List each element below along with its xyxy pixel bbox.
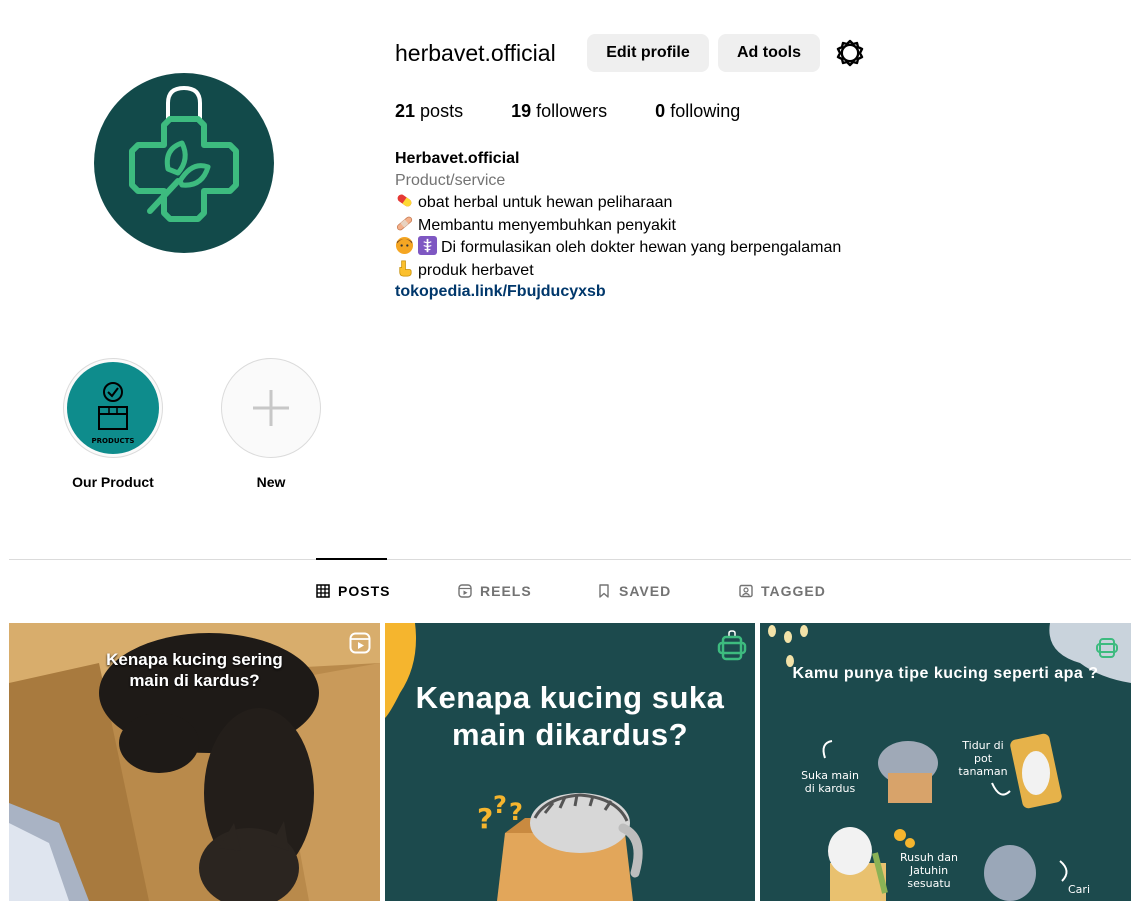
- tab-label: REELS: [480, 583, 532, 599]
- tabs-divider: [9, 559, 1131, 560]
- bandage-emoji-icon: [396, 216, 413, 230]
- bio-name: Herbavet.official: [395, 150, 520, 167]
- highlight-new[interactable]: New: [221, 358, 321, 490]
- bio-line: Membantu menyembuhkan penyakit: [395, 214, 841, 237]
- person-emoji-icon: [395, 236, 414, 255]
- post-caption: Kenapa kucing suka main dikardus?: [415, 680, 725, 752]
- bio-line: obat herbal untuk hewan peliharaan: [395, 191, 841, 214]
- post-caption: Kamu punya tipe kucing seperti apa ?: [792, 665, 1099, 682]
- profile-bio: Herbavet.official Product/service obat h…: [395, 148, 841, 303]
- following-count: 0: [655, 101, 666, 121]
- post-sub-label: Suka main di kardus: [801, 769, 859, 795]
- highlight-ring: [221, 358, 321, 458]
- posts-label: posts: [420, 101, 464, 121]
- product-box-icon: PRODUCTS: [67, 362, 159, 454]
- herbavet-logo-icon: [129, 85, 239, 222]
- ad-tools-button[interactable]: Ad tools: [718, 34, 820, 72]
- post-sub-label: Rusuh dan Jatuhin sesuatu: [900, 851, 958, 890]
- tab-posts[interactable]: POSTS: [316, 583, 390, 599]
- profile-stats: 21 posts 19 followers 0 following: [395, 101, 788, 122]
- highlight-label: New: [256, 474, 286, 490]
- post-image-cat-box-illustration: ? ? ?: [385, 623, 755, 901]
- active-tab-indicator: [316, 558, 387, 560]
- followers-stat[interactable]: 19 followers: [511, 101, 607, 122]
- bio-line-4: produk herbavet: [418, 261, 534, 279]
- following-stat[interactable]: 0 following: [655, 101, 740, 122]
- post-tile[interactable]: ? ? ? Kenapa kucing suka main dikardus?: [385, 623, 755, 901]
- post-tile[interactable]: Kamu punya tipe kucing seperti apa ? Suk…: [760, 623, 1131, 901]
- bio-category: Product/service: [395, 171, 506, 189]
- post-sub-label: Cari: [1068, 883, 1090, 896]
- grid-icon: [316, 584, 330, 598]
- post-caption: Kenapa kucing sering main di kardus?: [106, 650, 283, 690]
- pill-emoji-icon: [397, 194, 412, 207]
- pointing-down-emoji-icon: [399, 260, 412, 276]
- bio-line-3: Di formulasikan oleh dokter hewan yang b…: [441, 239, 842, 256]
- reels-icon: [458, 584, 472, 598]
- following-label: following: [670, 101, 741, 121]
- posts-count: 21: [395, 101, 416, 121]
- plus-icon: [225, 362, 317, 454]
- svg-text:?: ?: [477, 802, 493, 835]
- highlight-label: Our Product: [72, 474, 154, 490]
- bio-line-2: Membantu menyembuhkan penyakit: [418, 216, 676, 234]
- post-sub-label: Tidur di pot tanaman: [958, 739, 1008, 778]
- highlight-our-product[interactable]: PRODUCTS Our Product: [63, 358, 163, 490]
- posts-stat: 21 posts: [395, 101, 463, 122]
- edit-profile-button[interactable]: Edit profile: [587, 34, 709, 72]
- followers-count: 19: [511, 101, 532, 121]
- bio-line: Di formulasikan oleh dokter hewan yang b…: [395, 236, 841, 259]
- tab-reels[interactable]: REELS: [458, 583, 532, 599]
- tab-saved[interactable]: SAVED: [597, 583, 671, 599]
- svg-text:?: ?: [493, 791, 507, 819]
- bio-line-1: obat herbal untuk hewan peliharaan: [418, 194, 673, 211]
- profile-avatar[interactable]: [94, 73, 274, 253]
- post-tile[interactable]: Kenapa kucing sering main di kardus?: [9, 623, 380, 901]
- tab-tagged[interactable]: TAGGED: [739, 583, 826, 599]
- profile-username: herbavet.official: [395, 40, 556, 66]
- highlight-ring: PRODUCTS: [63, 358, 163, 458]
- tab-label: SAVED: [619, 583, 672, 599]
- bio-link[interactable]: tokopedia.link/Fbujducyxsb: [395, 281, 841, 303]
- settings-gear-icon[interactable]: [835, 38, 865, 68]
- medical-symbol-emoji-icon: [418, 236, 437, 255]
- tab-label: POSTS: [338, 583, 391, 599]
- bookmark-icon: [599, 584, 609, 598]
- tagged-person-icon: [739, 584, 753, 598]
- highlight-cover: PRODUCTS: [67, 362, 159, 454]
- highlight-cover-text: PRODUCTS: [92, 437, 135, 445]
- bio-line: produk herbavet: [395, 259, 841, 282]
- followers-label: followers: [536, 101, 608, 121]
- tab-label: TAGGED: [761, 583, 826, 599]
